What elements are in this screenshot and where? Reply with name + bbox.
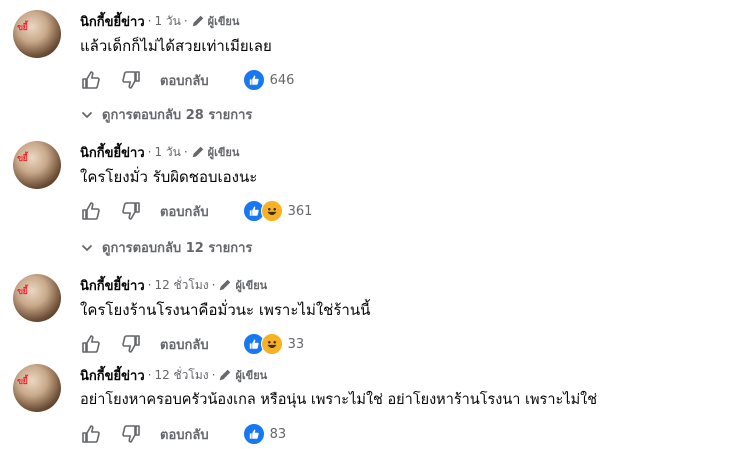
- separator-dot: ·: [211, 278, 216, 292]
- reaction-count: 646: [269, 72, 295, 88]
- dislike-button[interactable]: [120, 333, 142, 355]
- view-replies-label: ดูการตอบกลับ 12 รายการ: [102, 241, 253, 256]
- avatar-logo-text: ขยี้: [17, 377, 28, 387]
- separator-dot: ·: [147, 145, 152, 159]
- chevron-down-icon: [82, 244, 92, 251]
- comment-actions: ตอบกลับ 33: [80, 332, 304, 356]
- separator-dot: ·: [211, 368, 216, 382]
- thumbs-up-outline-icon: [82, 425, 100, 443]
- comment-text: ใครโยงมั่ว รับผิดชอบเองนะ: [80, 168, 258, 186]
- author-badge: ผู้เขียน: [235, 279, 268, 292]
- like-button[interactable]: [80, 200, 102, 222]
- view-replies-link[interactable]: ดูการตอบกลับ 12 รายการ: [80, 237, 252, 258]
- dislike-button[interactable]: [120, 69, 142, 91]
- comment-time[interactable]: 12 ชั่วโมง: [154, 366, 208, 385]
- pencil-icon: [220, 369, 231, 381]
- like-reaction-icon: [242, 69, 265, 91]
- author-badge: ผู้เขียน: [235, 369, 268, 382]
- avatar-logo-text: ขยี้: [17, 154, 28, 164]
- separator-dot: ·: [147, 368, 152, 382]
- separator-dot: ·: [147, 14, 152, 28]
- thumbs-down-outline-icon: [122, 335, 140, 353]
- pencil-icon: [192, 146, 203, 158]
- separator-dot: ·: [183, 14, 188, 28]
- reaction-count: 33: [287, 336, 305, 352]
- thumbs-up-outline-icon: [82, 335, 100, 353]
- dislike-button[interactable]: [120, 200, 142, 222]
- author-badge: ผู้เขียน: [207, 15, 240, 28]
- haha-reaction-icon: [260, 333, 283, 355]
- avatar[interactable]: ขยี้: [13, 274, 61, 322]
- reply-button[interactable]: ตอบกลับ: [160, 201, 209, 222]
- reaction-summary[interactable]: 33: [242, 333, 305, 355]
- reply-button[interactable]: ตอบกลับ: [160, 424, 209, 445]
- comment-meta: นิกกี้ขยี้ข่าว · 12 ชั่วโมง · ผู้เขียน: [80, 276, 267, 294]
- avatar-logo-text: ขยี้: [17, 287, 28, 297]
- reply-button[interactable]: ตอบกลับ: [160, 334, 209, 355]
- comment-time[interactable]: 1 วัน: [154, 143, 180, 162]
- view-replies-label: ดูการตอบกลับ 28 รายการ: [102, 108, 253, 123]
- thumbs-up-outline-icon: [82, 71, 100, 89]
- like-button[interactable]: [80, 333, 102, 355]
- comment-author[interactable]: นิกกี้ขยี้ข่าว: [80, 275, 145, 296]
- author-badge: ผู้เขียน: [207, 146, 240, 159]
- comment-author[interactable]: นิกกี้ขยี้ข่าว: [80, 142, 145, 163]
- thumbs-down-outline-icon: [122, 425, 140, 443]
- thumbs-down-outline-icon: [122, 202, 140, 220]
- comment-meta: นิกกี้ขยี้ข่าว · 12 ชั่วโมง · ผู้เขียน: [80, 366, 267, 384]
- comment-actions: ตอบกลับ 361: [80, 199, 312, 223]
- comment-meta: นิกกี้ขยี้ข่าว · 1 วัน · ผู้เขียน: [80, 12, 239, 30]
- pencil-icon: [192, 15, 203, 27]
- separator-dot: ·: [147, 278, 152, 292]
- comment-text: ใครโยงร้านโรงนาคือมั่วนะ เพราะไม่ใช่ร้าน…: [80, 301, 371, 319]
- chevron-down-icon: [82, 111, 92, 118]
- avatar-logo-text: ขยี้: [17, 23, 28, 33]
- dislike-button[interactable]: [120, 423, 142, 445]
- reaction-count: 361: [287, 203, 313, 219]
- comment-actions: ตอบกลับ 646: [80, 68, 294, 92]
- thumbs-down-outline-icon: [122, 71, 140, 89]
- reply-button[interactable]: ตอบกลับ: [160, 70, 209, 91]
- comment-time[interactable]: 1 วัน: [154, 12, 180, 31]
- like-button[interactable]: [80, 423, 102, 445]
- reaction-summary[interactable]: 361: [242, 200, 313, 222]
- avatar[interactable]: ขยี้: [13, 141, 61, 189]
- comment-text: อย่าโยงหาครอบครัวน้องเกล หรือนุ่น เพราะไ…: [80, 392, 598, 408]
- reaction-summary[interactable]: 646: [242, 69, 295, 91]
- avatar[interactable]: ขยี้: [13, 10, 61, 58]
- reaction-count: 83: [269, 426, 287, 442]
- view-replies-link[interactable]: ดูการตอบกลับ 28 รายการ: [80, 104, 252, 125]
- pencil-icon: [220, 279, 231, 291]
- thumbs-up-outline-icon: [82, 202, 100, 220]
- separator-dot: ·: [183, 145, 188, 159]
- haha-reaction-icon: [260, 200, 283, 222]
- comment-author[interactable]: นิกกี้ขยี้ข่าว: [80, 11, 145, 32]
- comment-actions: ตอบกลับ 83: [80, 422, 286, 446]
- comment-time[interactable]: 12 ชั่วโมง: [154, 276, 208, 295]
- comment-meta: นิกกี้ขยี้ข่าว · 1 วัน · ผู้เขียน: [80, 143, 239, 161]
- comment-text: แล้วเด็กก็ไม่ได้สวยเท่าเมียเลย: [80, 37, 272, 55]
- like-reaction-icon: [242, 423, 265, 445]
- like-button[interactable]: [80, 69, 102, 91]
- avatar[interactable]: ขยี้: [13, 364, 61, 412]
- comment-author[interactable]: นิกกี้ขยี้ข่าว: [80, 365, 145, 386]
- reaction-summary[interactable]: 83: [242, 423, 287, 445]
